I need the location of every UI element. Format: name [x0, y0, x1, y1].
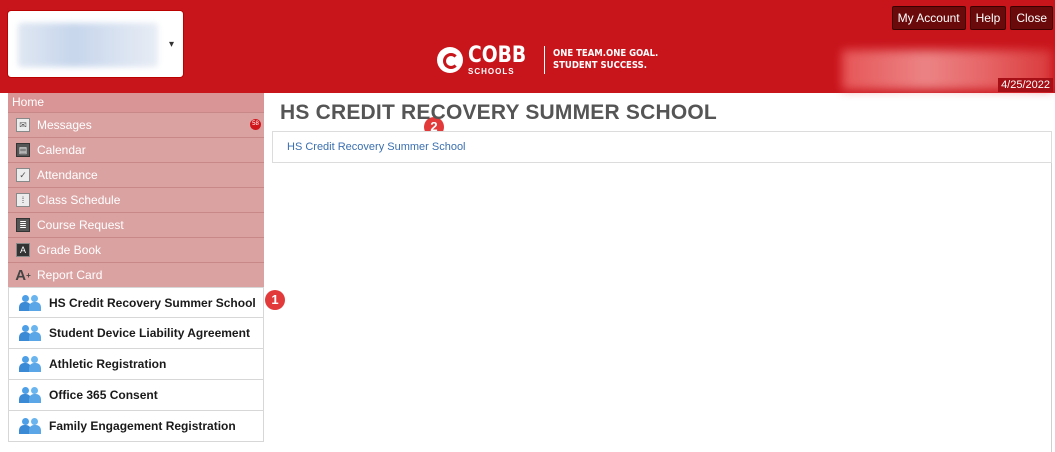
page-title: HS CREDIT RECOVERY SUMMER SCHOOL	[280, 101, 717, 124]
summer-school-link[interactable]: HS Credit Recovery Summer School	[287, 141, 466, 153]
form-link-family-engagement[interactable]: Family Engagement Registration	[8, 411, 264, 442]
logo-divider	[544, 46, 546, 74]
top-button-group: My Account Help Close	[891, 6, 1053, 30]
sidebar-item-calendar[interactable]: ▤ Calendar	[8, 137, 264, 162]
student-select-dropdown[interactable]: ▾	[7, 10, 184, 78]
step-marker-1: 1	[265, 290, 285, 310]
sidebar-item-label: Calendar	[37, 143, 86, 157]
people-icon	[19, 356, 41, 372]
form-link-label: Office 365 Consent	[49, 388, 158, 402]
my-account-button[interactable]: My Account	[891, 6, 966, 30]
cobb-logo-icon	[437, 47, 463, 73]
report-card-icon: A +	[15, 266, 31, 284]
content-panel: HS Credit Recovery Summer School	[272, 131, 1052, 163]
logo-tagline-line-2: STUDENT SUCCESS.	[553, 60, 648, 71]
content-border	[1051, 163, 1052, 452]
sidebar-item-label: Class Schedule	[37, 193, 121, 207]
sidebar-item-label: Messages	[37, 118, 92, 132]
form-link-label: Student Device Liability Agreement	[49, 326, 250, 340]
logo-tagline-line-1: ONE TEAM.ONE GOAL.	[553, 48, 659, 59]
current-date: 4/25/2022	[998, 78, 1053, 92]
sidebar-item-course-request[interactable]: ≣ Course Request	[8, 212, 264, 237]
people-icon	[19, 294, 41, 311]
sidebar-item-class-schedule[interactable]: ⁞ Class Schedule	[8, 187, 264, 212]
form-link-label: Athletic Registration	[49, 357, 167, 371]
header-bar: ▾ COBB SCHOOLS ONE TEAM.ONE GOAL. STUDEN…	[0, 0, 1055, 93]
sidebar-item-label: Attendance	[37, 168, 98, 182]
logo-sub: SCHOOLS	[468, 66, 515, 76]
sidebar-item-label: Grade Book	[37, 243, 102, 257]
people-icon	[19, 325, 41, 341]
sidebar-item-label: Report Card	[37, 268, 103, 282]
logo-word: COBB	[468, 42, 527, 68]
sidebar-item-messages[interactable]: ✉ Messages 58	[8, 112, 264, 137]
form-link-student-device-liability[interactable]: Student Device Liability Agreement	[8, 318, 264, 349]
envelope-icon: ✉	[16, 118, 30, 132]
close-button[interactable]: Close	[1010, 6, 1053, 30]
calendar-icon: ▤	[16, 143, 30, 157]
cobb-schools-logo: COBB SCHOOLS ONE TEAM.ONE GOAL. STUDENT …	[437, 43, 677, 77]
form-link-office-365-consent[interactable]: Office 365 Consent	[8, 380, 264, 411]
form-link-hs-credit-recovery[interactable]: HS Credit Recovery Summer School	[8, 287, 264, 318]
logo-tagline: ONE TEAM.ONE GOAL. STUDENT SUCCESS.	[553, 48, 658, 72]
sidebar: Home ✉ Messages 58 ▤ Calendar ✓ Attendan…	[8, 93, 264, 442]
sidebar-menu: ✉ Messages 58 ▤ Calendar ✓ Attendance ⁞ …	[8, 112, 264, 287]
sidebar-item-home[interactable]: Home	[8, 93, 264, 112]
checkbox-icon: ✓	[16, 168, 30, 182]
course-request-icon: ≣	[16, 218, 30, 232]
people-icon	[19, 387, 41, 403]
sidebar-item-grade-book[interactable]: A Grade Book	[8, 237, 264, 262]
student-photo-blurred	[18, 23, 158, 67]
sidebar-item-attendance[interactable]: ✓ Attendance	[8, 162, 264, 187]
form-link-label: HS Credit Recovery Summer School	[49, 295, 256, 310]
form-link-athletic-registration[interactable]: Athletic Registration	[8, 349, 264, 380]
schedule-icon: ⁞	[16, 193, 30, 207]
people-icon	[19, 418, 41, 434]
sidebar-item-report-card[interactable]: A + Report Card	[8, 262, 264, 287]
sidebar-item-label: Course Request	[37, 218, 124, 232]
grade-book-icon: A	[16, 243, 30, 257]
message-count-badge: 58	[250, 119, 261, 130]
help-button[interactable]: Help	[969, 6, 1007, 30]
form-link-label: Family Engagement Registration	[49, 419, 236, 433]
chevron-down-icon[interactable]: ▾	[169, 39, 174, 50]
